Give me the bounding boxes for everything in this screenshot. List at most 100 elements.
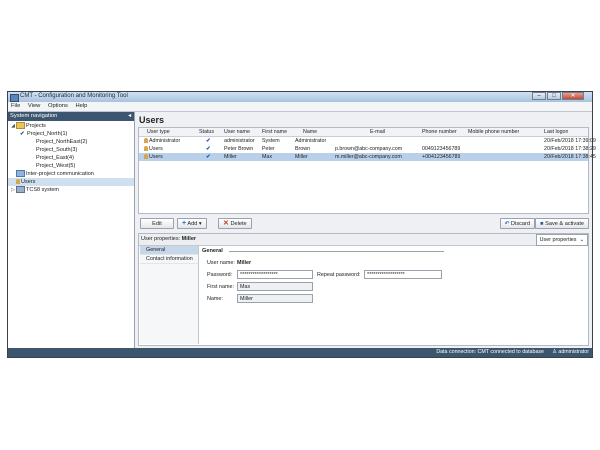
column-header[interactable]: Last logon xyxy=(544,128,568,136)
properties-header: User properties: Miller User properties … xyxy=(139,234,588,246)
users-panel: Users User type Status User name First n… xyxy=(135,112,596,348)
column-header[interactable]: User type xyxy=(147,128,170,136)
add-label: Add xyxy=(187,221,198,227)
maximize-button[interactable]: □ xyxy=(547,92,561,100)
tree-item-project-northeast[interactable]: Project_NorthEast(2) xyxy=(8,138,134,146)
folder-icon xyxy=(16,122,25,130)
tree-item-project-west[interactable]: Project_West(5) xyxy=(8,162,134,170)
section-divider xyxy=(229,251,444,252)
column-header[interactable]: E-mail xyxy=(370,128,385,136)
name-field[interactable]: Miller xyxy=(237,294,313,303)
table-header: User type Status User name First name Na… xyxy=(139,128,588,137)
status-user: administrator xyxy=(558,349,589,355)
tree-item-project-east[interactable]: Project_East(4) xyxy=(8,154,134,162)
logged-in-user: ♙ administrator xyxy=(552,348,589,357)
status-bar: Data connection: CMT connected to databa… xyxy=(8,348,592,357)
column-header[interactable]: First name xyxy=(262,128,287,136)
tab-general[interactable]: General xyxy=(140,246,198,255)
app-icon xyxy=(10,93,19,102)
system-icon xyxy=(16,186,25,194)
status-check-icon: ✔ xyxy=(206,154,211,160)
cell-phone: 0049123456789 xyxy=(422,146,461,152)
delete-icon: ✕ xyxy=(223,220,229,227)
cell-first-name: System xyxy=(262,138,280,144)
discard-label: Discard xyxy=(511,221,530,227)
menu-view[interactable]: View xyxy=(25,102,43,110)
navigation-tree: ◢ Projects ✔ Project_North(1) Project_Nort… xyxy=(8,122,134,194)
connection-status: Data connection: CMT connected to databa… xyxy=(436,349,544,355)
menu-file[interactable]: File xyxy=(8,102,23,110)
discard-button[interactable]: ↶ Discard xyxy=(499,218,535,229)
collapse-icon[interactable]: ◂ xyxy=(128,112,131,121)
tree-item-label: Users xyxy=(21,179,36,185)
system-navigation-panel: System navigation ◂ ◢ Projects ✔ Project_N… xyxy=(8,112,135,348)
plus-icon: + xyxy=(182,220,187,227)
tree-item-label: Project_South(3) xyxy=(36,147,78,153)
table-row-selected[interactable]: Users ✔ Miller Max Miller m.miller@abc-c… xyxy=(139,153,596,161)
column-header[interactable]: Status xyxy=(199,128,214,136)
tab-contact-information[interactable]: Contact information xyxy=(140,255,198,264)
table-row[interactable]: Administrator ✔ administrator System Adm… xyxy=(139,137,596,145)
admin-icon xyxy=(144,138,148,144)
network-icon xyxy=(16,170,25,178)
tree-item-users[interactable]: Users xyxy=(8,178,134,186)
cell-user-name: administrator xyxy=(224,138,255,144)
properties-title: User properties: Miller xyxy=(141,236,196,242)
cell-first-name: Peter xyxy=(262,146,275,152)
delete-button[interactable]: ✕ Delete xyxy=(218,218,252,229)
users-icon xyxy=(16,179,20,185)
table-row[interactable]: Users ✔ Peter Brown Peter Brown p.brown@… xyxy=(139,145,596,153)
cell-first-name: Max xyxy=(262,154,273,160)
cell-name: Brown xyxy=(295,146,311,152)
app-window: CMT - Configuration and Monitoring Tool … xyxy=(7,91,596,358)
status-check-icon: ✔ xyxy=(206,138,211,144)
save-activate-button[interactable]: ■ Save & activate xyxy=(535,218,589,229)
users-toolbar: Edit + Add ▾ ✕ Delete ↶ Discard ■ Save &… xyxy=(138,218,589,230)
tree-item-project-south[interactable]: Project_South(3) xyxy=(8,146,134,154)
edit-button[interactable]: Edit xyxy=(140,218,174,229)
first-name-label: First name: xyxy=(207,284,234,290)
chevron-down-icon[interactable]: ▾ xyxy=(199,221,202,227)
check-icon: ✔ xyxy=(20,131,25,137)
tree-item-tcs8-system[interactable]: ▷ TCS8 system xyxy=(8,186,134,194)
username-value: Miller xyxy=(237,260,252,266)
username-label: User name: xyxy=(207,260,235,266)
tree-item-label: Projects xyxy=(26,123,46,129)
column-header[interactable]: Name xyxy=(303,128,317,136)
section-title: General xyxy=(202,248,223,254)
add-button[interactable]: + Add ▾ xyxy=(177,218,207,229)
cell-last-logon: 20/Feb/2018 17:39:09 xyxy=(544,138,596,144)
column-header[interactable]: Phone number xyxy=(422,128,457,136)
nav-header: System navigation ◂ xyxy=(8,112,134,121)
first-name-field[interactable]: Max xyxy=(237,282,313,291)
minimize-button[interactable]: – xyxy=(532,92,546,100)
tree-item-project-north[interactable]: ✔ Project_North(1) xyxy=(8,130,134,138)
properties-label: User properties: xyxy=(141,236,181,242)
cell-user-type: Users xyxy=(149,154,163,160)
tree-item-projects[interactable]: ◢ Projects xyxy=(8,122,134,130)
chevron-down-icon[interactable]: ⌄ xyxy=(579,237,584,243)
user-icon: ♙ xyxy=(552,349,557,355)
password-field[interactable]: ****************** xyxy=(237,270,313,279)
menu-help[interactable]: Help xyxy=(72,102,90,110)
page-title: Users xyxy=(139,115,165,125)
cell-user-type: Users xyxy=(149,146,163,152)
dropdown-value: User properties xyxy=(539,237,577,243)
menu-options[interactable]: Options xyxy=(45,102,71,110)
tree-item-inter-project[interactable]: Inter-project communication xyxy=(8,170,134,178)
general-form: General User name: Miller Password: ****… xyxy=(201,246,588,345)
cell-user-type: Administrator xyxy=(149,138,181,144)
cell-user-name: Peter Brown xyxy=(224,146,254,152)
window-title: CMT - Configuration and Monitoring Tool xyxy=(20,93,128,99)
status-check-icon: ✔ xyxy=(206,146,211,152)
name-label: Name: xyxy=(207,296,223,302)
user-icon xyxy=(144,154,148,160)
tree-item-label: Project_East(4) xyxy=(36,155,74,161)
properties-view-dropdown[interactable]: User properties ⌄ xyxy=(535,234,588,246)
menu-bar: File View Options Help xyxy=(8,102,592,112)
column-header[interactable]: User name xyxy=(224,128,250,136)
repeat-password-field[interactable]: ****************** xyxy=(364,270,442,279)
repeat-password-label: Repeat password: xyxy=(317,272,361,278)
close-button[interactable]: ✕ xyxy=(562,92,584,100)
column-header[interactable]: Mobile phone number xyxy=(468,128,519,136)
